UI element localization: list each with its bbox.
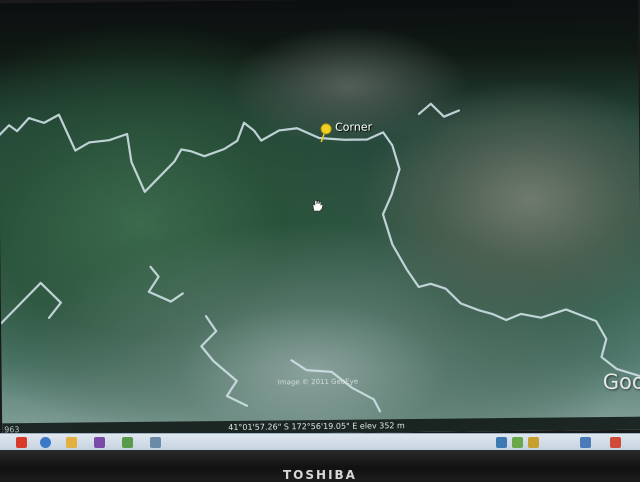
imagery-attribution: Image © 2011 GeoEye (277, 377, 359, 387)
ie-icon[interactable] (40, 437, 51, 448)
flash-icon[interactable] (16, 437, 27, 448)
clock-icon[interactable] (610, 437, 621, 448)
app-icon[interactable] (122, 437, 133, 448)
screen: Corner Image © 2011 GeoEye Goo 963 41°01… (0, 0, 640, 437)
side-road (147, 265, 184, 303)
winding-road (0, 113, 640, 378)
media-icon[interactable] (94, 437, 105, 448)
taskbar (0, 433, 640, 451)
side-road (417, 102, 461, 118)
map-overlay (0, 102, 640, 413)
app-icon[interactable] (150, 437, 161, 448)
hand-cursor-icon (312, 199, 324, 212)
battery-icon[interactable] (580, 437, 591, 448)
coordinate-readout: 41°01'57.26" S 172°56'19.05" E elev 352 … (228, 421, 405, 432)
placemark-label[interactable]: Corner (335, 120, 372, 133)
folder-icon[interactable] (66, 437, 77, 448)
network-icon[interactable] (496, 437, 507, 448)
volume-icon[interactable] (512, 437, 523, 448)
yellow-pushpin-icon[interactable] (317, 123, 333, 143)
google-logo: Goo (602, 369, 640, 395)
side-road (200, 315, 249, 407)
shield-icon[interactable] (528, 437, 539, 448)
side-road (0, 281, 62, 325)
